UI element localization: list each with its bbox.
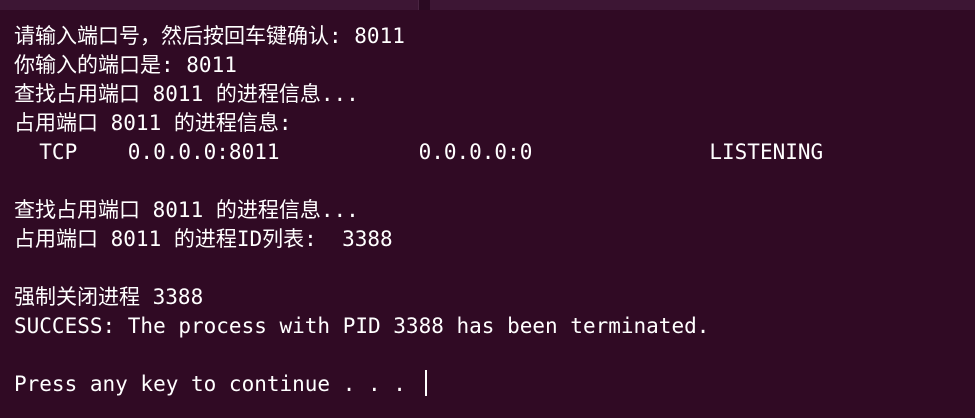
terminal-line: 你输入的端口是: 8011 <box>14 53 237 77</box>
terminal-line: SUCCESS: The process with PID 3388 has b… <box>14 314 710 338</box>
terminal-line: 占用端口 8011 的进程ID列表: 3388 <box>14 227 393 251</box>
terminal-line: 查找占用端口 8011 的进程信息... <box>14 198 359 222</box>
terminal-line: TCP 0.0.0.0:8011 0.0.0.0:0 LISTENING <box>14 140 824 164</box>
terminal-line: 查找占用端口 8011 的进程信息... <box>14 82 359 106</box>
terminal-prompt-line: Press any key to continue . . . <box>14 370 975 399</box>
tab-strip-left[interactable] <box>0 0 419 10</box>
terminal-line: 强制关闭进程 3388 <box>14 285 204 309</box>
terminal-output[interactable]: 请输入端口号，然后按回车键确认: 8011 你输入的端口是: 8011 查找占用… <box>0 10 975 418</box>
text-cursor <box>424 370 427 396</box>
tab-strip-right[interactable] <box>430 0 975 10</box>
terminal-line: 占用端口 8011 的进程信息: <box>14 111 292 135</box>
prompt-text: Press any key to continue . . . <box>14 372 419 396</box>
window-top-strip <box>0 0 975 10</box>
terminal-line: 请输入端口号，然后按回车键确认: 8011 <box>14 24 405 48</box>
